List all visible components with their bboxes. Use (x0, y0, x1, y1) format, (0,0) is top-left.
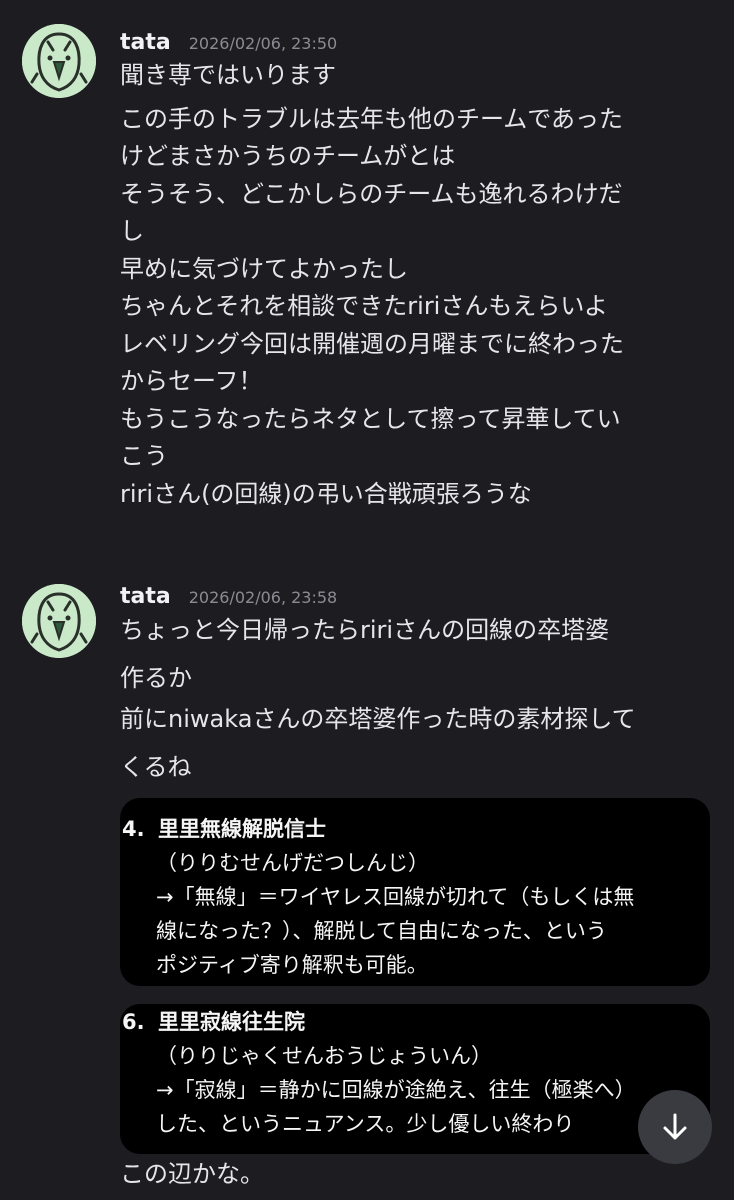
message-line: この手のトラブルは去年も他のチームであった (120, 104, 624, 133)
list-number: 6. (122, 1010, 145, 1034)
message-line: 作るか (120, 663, 192, 692)
message-body: 聞き専ではいります この手のトラブルは去年も他のチームであった けどまさかうちの… (120, 57, 720, 513)
author-name[interactable]: tata (120, 584, 171, 609)
message-line: し (120, 217, 144, 245)
card-description-line: →「無線」＝ワイヤレス回線が切れて（もしくは無 (156, 885, 635, 909)
message-line: 早めに気づけてよかったし (120, 254, 408, 283)
card-title: 里里寂線往生院 (158, 1010, 305, 1034)
message-line: 聞き専ではいります (120, 61, 336, 89)
card-description-line: 線になった？）、解脱して自由になった、という (156, 919, 607, 943)
arrow-down-icon (663, 1113, 687, 1140)
message-line: くるね (120, 752, 192, 781)
scroll-to-bottom-button[interactable] (638, 1090, 712, 1164)
message-header: tata 2026/02/06, 23:58 (120, 584, 337, 609)
message-trailing: この辺かな。 (120, 1156, 720, 1194)
card-description-line: →「寂線」＝静かに回線が途絶え、往生（極楽へ） (156, 1078, 636, 1102)
card-description-line: した、というニュアンス。少し優しい終わり (156, 1112, 575, 1136)
message-body: ちょっと今日帰ったらririさんの回線の卒塔婆 作るか 前にniwakaさんの卒… (120, 612, 720, 786)
attachment-card[interactable]: 6. 里里寂線往生院 （りりじゃくせんおうじょういん） →「寂線」＝静かに回線が… (120, 1004, 710, 1154)
message-header: tata 2026/02/06, 23:50 (120, 30, 337, 55)
message-line: 前にniwakaさんの卒塔婆作った時の素材探して (120, 705, 636, 733)
message-line: もうこうなったらネタとして擦って昇華してい (120, 404, 621, 433)
parrot-avatar-icon[interactable] (22, 584, 96, 658)
message-timestamp: 2026/02/06, 23:50 (188, 34, 338, 53)
list-number: 4. (122, 817, 145, 841)
message-timestamp: 2026/02/06, 23:58 (188, 588, 338, 607)
card-description-line: ポジティブ寄り解釈も可能。 (156, 953, 428, 977)
card-reading: （りりじゃくせんおうじょういん） (156, 1044, 492, 1068)
message-line: ちゃんとそれを相談できたririさんもえらいよ (120, 292, 608, 320)
message-line: けどまさかうちのチームがとは (120, 142, 456, 170)
card-reading: （りりむせんげだつしんじ） (156, 851, 429, 875)
message-line: からセーフ！ (120, 367, 263, 395)
message-line: この辺かな。 (120, 1160, 264, 1188)
author-name[interactable]: tata (120, 30, 171, 55)
message-line: ちょっと今日帰ったらririさんの回線の卒塔婆 (120, 616, 610, 644)
message-line: そうそう、どこかしらのチームも逸れるわけだ (120, 179, 623, 208)
message-line: レベリング今回は開催週の月曜までに終わった (120, 329, 624, 358)
message-line: こう (120, 442, 168, 470)
message-line: ririさん(の回線)の弔い合戦頑張ろうな (120, 479, 532, 508)
parrot-avatar-icon[interactable] (22, 24, 96, 98)
attachment-card[interactable]: 4. 里里無線解脱信士 （りりむせんげだつしんじ） →「無線」＝ワイヤレス回線が… (120, 798, 710, 986)
card-title: 里里無線解脱信士 (158, 817, 326, 841)
